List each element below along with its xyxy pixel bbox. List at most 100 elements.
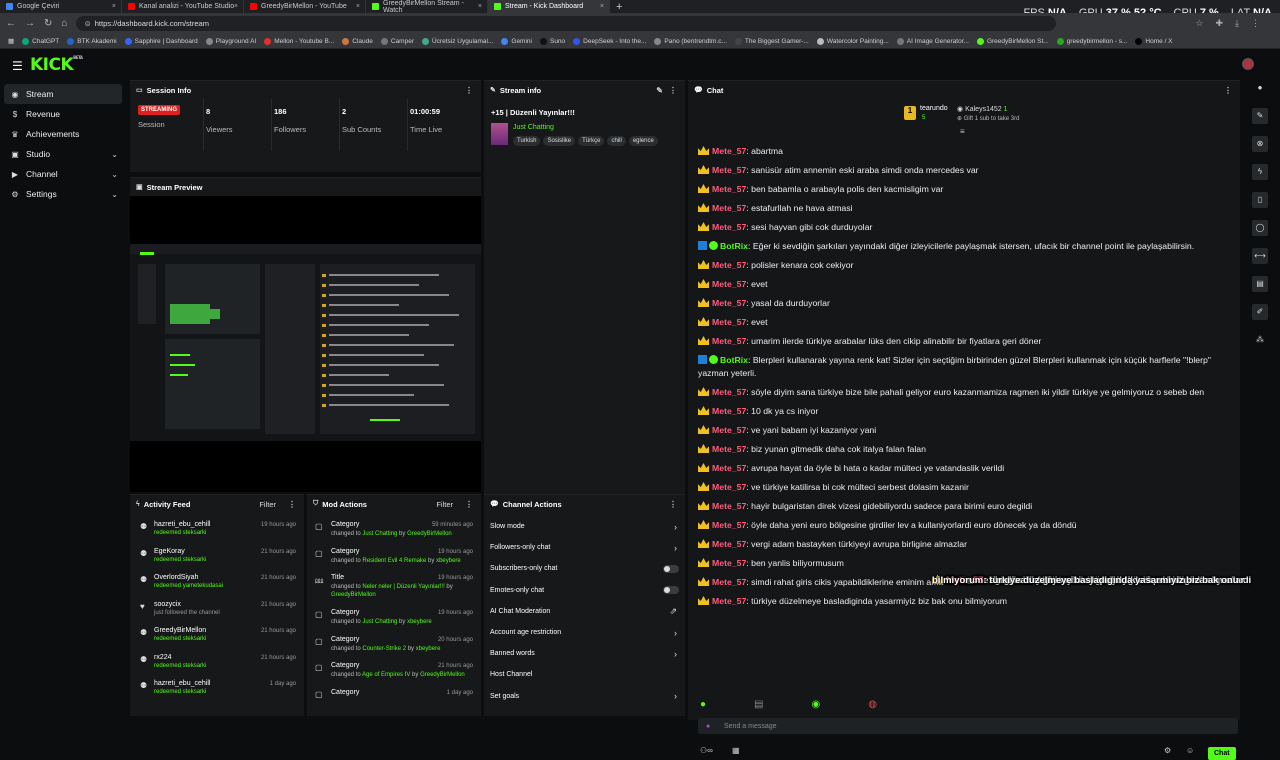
more-options-icon[interactable]: ⋮	[465, 500, 473, 509]
chat-username[interactable]: Mete_57	[712, 444, 746, 454]
emote-icon[interactable]: ◍	[868, 699, 877, 710]
channel-action-subscribers-only-chat[interactable]: Subscribers-only chat	[484, 558, 685, 579]
send-chat-button[interactable]: Chat	[1208, 747, 1236, 760]
browser-tab[interactable]: Google Çeviri ×	[0, 0, 122, 13]
chevron-right-icon[interactable]: ›	[674, 522, 677, 532]
external-link-icon[interactable]: ⇗	[669, 606, 677, 617]
url-field[interactable]: ⊜ https://dashboard.kick.com/stream	[76, 16, 1057, 31]
gift-hint[interactable]: ⊕ Gift 1 sub to take 3rd	[957, 115, 1019, 122]
filter-button[interactable]: Filter	[259, 500, 276, 509]
chat-username[interactable]: Mete_57	[712, 577, 746, 587]
sidebar-item-revenue[interactable]: $ Revenue	[0, 104, 126, 124]
stream-video[interactable]	[130, 196, 481, 492]
chevron-down-icon[interactable]: ⌄	[111, 190, 118, 199]
tag-chip[interactable]: Türkçe	[578, 136, 605, 146]
channel-action-set-goals[interactable]: Set goals ›	[484, 686, 685, 707]
chat-input[interactable]: ● Send a message	[698, 718, 1238, 734]
browser-tab[interactable]: Stream - Kick Dashboard ×	[488, 0, 610, 13]
mod-action-user[interactable]: GreedyBirMellon	[420, 672, 465, 678]
bookmark-item[interactable]: Mellon - Youtube B...	[260, 37, 338, 45]
mod-action-user[interactable]: GreedyBirMellon	[407, 531, 452, 537]
chat-username[interactable]: Mete_57	[712, 406, 746, 416]
chevron-right-icon[interactable]: ›	[674, 649, 677, 659]
wrench-icon[interactable]: ✐	[1252, 304, 1268, 320]
back-icon[interactable]: ←	[6, 18, 16, 29]
info-icon[interactable]: ●	[1252, 80, 1268, 96]
lightning-icon[interactable]: ϟ	[1252, 164, 1268, 180]
chat-username[interactable]: Mete_57	[712, 558, 746, 568]
site-info-icon[interactable]: ⊜	[84, 19, 90, 28]
kick-logo[interactable]: KICKBETA	[30, 55, 83, 75]
bookmark-item[interactable]: Home / X	[1131, 37, 1176, 45]
edit-icon[interactable]: ✎	[656, 86, 663, 95]
more-options-icon[interactable]: ⋮	[669, 86, 677, 95]
mod-action-user[interactable]: xbeybere	[407, 619, 432, 625]
chevron-down-icon[interactable]: ⌄	[111, 150, 118, 159]
sidebar-item-achievements[interactable]: ♛ Achievements	[0, 124, 126, 144]
apps-icon[interactable]: ▦	[4, 37, 18, 45]
chevron-right-icon[interactable]: ›	[674, 691, 677, 701]
channel-action-emotes-only-chat[interactable]: Emotes-only chat	[484, 580, 685, 601]
channel-action-account-age-restriction[interactable]: Account age restriction ›	[484, 622, 685, 643]
category-thumbnail[interactable]	[491, 123, 508, 145]
pencil-icon[interactable]: ✎	[1252, 108, 1268, 124]
message-icon[interactable]: ◯	[1252, 220, 1268, 236]
channel-action-followers-only-chat[interactable]: Followers-only chat ›	[484, 537, 685, 558]
channel-action-host-channel[interactable]: Host Channel	[484, 664, 685, 685]
chat-username[interactable]: Mete_57	[712, 260, 746, 270]
chat-username[interactable]: Mete_57	[712, 463, 746, 473]
tag-chip[interactable]: chill	[607, 136, 626, 146]
browser-tab[interactable]: Kanal analizi - YouTube Studio ×	[122, 0, 244, 13]
category-name[interactable]: Just Chatting	[513, 124, 554, 131]
bookmark-item[interactable]: Gemini	[497, 37, 536, 45]
close-tab-icon[interactable]: ×	[234, 3, 238, 10]
bookmark-item[interactable]: Sapphire | Dashboard	[121, 37, 202, 45]
chat-username[interactable]: Mete_57	[712, 146, 746, 156]
chat-username[interactable]: Mete_57	[712, 203, 746, 213]
avatar[interactable]	[1242, 58, 1254, 70]
browser-tab[interactable]: GreedyBirMellon Stream - Watch ×	[366, 0, 488, 14]
settings-icon[interactable]: ⚙	[1164, 746, 1171, 755]
bookmark-item[interactable]: BTK Akademi	[63, 37, 120, 45]
hamburger-menu-icon[interactable]: ☰	[12, 59, 23, 73]
sidebar-item-settings[interactable]: ⚙ Settings ⌄	[0, 184, 126, 204]
channel-action-ai-chat-moderation[interactable]: AI Chat Moderation ⇗	[484, 601, 685, 622]
sidebar-item-studio[interactable]: ▣ Studio ⌄	[0, 144, 126, 164]
expand-icon[interactable]: ≡	[960, 127, 965, 136]
emote-icon[interactable]: ▤	[754, 699, 763, 710]
bookmark-item[interactable]: Claude	[338, 37, 377, 45]
downloads-icon[interactable]: ⤓	[1235, 18, 1239, 29]
chat-username[interactable]: Mete_57	[712, 482, 746, 492]
chat-username[interactable]: Mete_57	[712, 501, 746, 511]
raid-icon[interactable]: ⟷	[1252, 248, 1268, 264]
toggle-switch[interactable]	[663, 586, 679, 595]
chat-username[interactable]: Mete_57	[712, 317, 746, 327]
chat-username[interactable]: Mete_57	[712, 520, 746, 530]
bookmark-item[interactable]: Suno	[536, 37, 569, 45]
chat-username[interactable]: Mete_57	[712, 596, 746, 606]
tag-chip[interactable]: eglence	[628, 136, 658, 146]
browser-tab[interactable]: GreedyBirMellon - YouTube ×	[244, 0, 366, 13]
chat-username[interactable]: Mete_57	[712, 539, 746, 549]
mod-action-user[interactable]: GreedyBirMellon	[331, 592, 376, 598]
emote-picker-icon[interactable]: ☺	[1186, 746, 1194, 755]
clipboard-icon[interactable]: ▯	[1252, 192, 1268, 208]
bookmark-star-icon[interactable]: ☆	[1195, 18, 1203, 29]
toggle-switch[interactable]	[663, 564, 679, 573]
close-tab-icon[interactable]: ×	[112, 3, 116, 10]
chat-username[interactable]: Mete_57	[712, 184, 746, 194]
apps-icon[interactable]: ⁂	[1252, 332, 1268, 348]
bookmark-item[interactable]: GreedyBirMellon St...	[973, 37, 1053, 45]
chat-username[interactable]: BotRix	[720, 355, 748, 365]
bookmark-item[interactable]: greedybirmellon - s...	[1053, 37, 1132, 45]
chevron-right-icon[interactable]: ›	[674, 543, 677, 553]
emote-icon[interactable]: ●	[700, 699, 706, 710]
more-options-icon[interactable]: ⋮	[1224, 86, 1232, 95]
extensions-icon[interactable]: ✚	[1215, 18, 1223, 29]
sidebar-item-channel[interactable]: ▶ Channel ⌄	[0, 164, 126, 184]
channel-action-banned-words[interactable]: Banned words ›	[484, 643, 685, 664]
chat-username[interactable]: Mete_57	[712, 387, 746, 397]
menu-icon[interactable]: ⋮	[1251, 18, 1260, 29]
bookmark-item[interactable]: DeepSeek - Into the...	[569, 37, 650, 45]
channel-points-icon[interactable]: ⚇∞	[700, 746, 713, 755]
